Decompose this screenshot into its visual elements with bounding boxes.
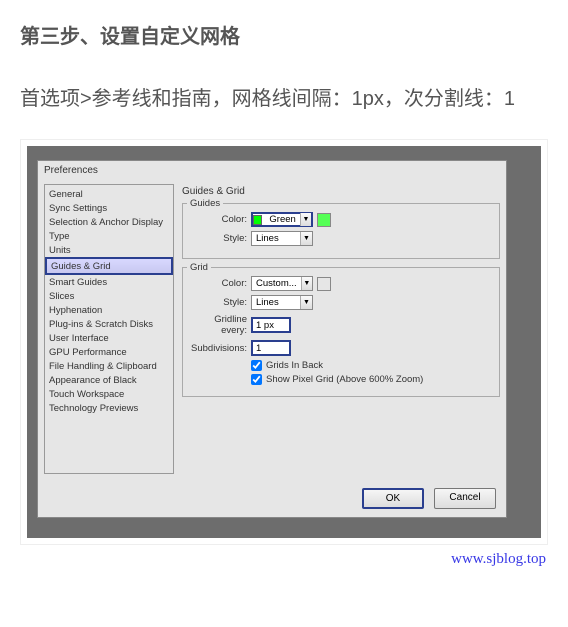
sidebar-item-file-handling-clipboard[interactable]: File Handling & Clipboard [45,359,173,373]
grid-color-dropdown[interactable]: Custom... ▼ [251,276,313,291]
sidebar-item-user-interface[interactable]: User Interface [45,331,173,345]
show-pixel-grid-label: Show Pixel Grid (Above 600% Zoom) [266,374,423,385]
sidebar-item-type[interactable]: Type [45,229,173,243]
guides-legend: Guides [187,198,223,209]
sidebar-item-touch-workspace[interactable]: Touch Workspace [45,387,173,401]
sidebar-item-selection-anchor-display[interactable]: Selection & Anchor Display [45,215,173,229]
step-description: 首选项>参考线和指南，网格线间隔：1px，次分割线：1 [20,77,548,121]
sidebar-item-sync-settings[interactable]: Sync Settings [45,201,173,215]
cancel-button[interactable]: Cancel [434,488,496,509]
preferences-sidebar: GeneralSync SettingsSelection & Anchor D… [44,184,174,474]
checkbox-icon[interactable] [251,360,262,371]
ok-button[interactable]: OK [362,488,424,509]
screenshot-frame: Preferences GeneralSync SettingsSelectio… [20,139,548,545]
dialog-title: Preferences [38,161,506,180]
gridline-every-input[interactable] [251,317,291,333]
grid-color-label: Color: [189,278,251,289]
subdivisions-label: Subdivisions: [189,343,251,354]
grid-style-label: Style: [189,297,251,308]
panel-heading: Guides & Grid [182,184,500,203]
grid-style-dropdown[interactable]: Lines ▼ [251,295,313,310]
guides-color-value: Green [265,214,299,225]
sidebar-item-technology-previews[interactable]: Technology Previews [45,401,173,415]
chevron-down-icon: ▼ [301,277,312,290]
screenshot-bg: Preferences GeneralSync SettingsSelectio… [27,146,541,538]
dialog-button-bar: OK Cancel [38,480,506,517]
step-title: 第三步、设置自定义网格 [20,20,548,49]
guides-style-label: Style: [189,233,251,244]
grid-color-value: Custom... [252,278,301,289]
sidebar-item-slices[interactable]: Slices [45,289,173,303]
chevron-down-icon: ▼ [300,232,312,245]
sidebar-item-guides-grid[interactable]: Guides & Grid [45,257,173,275]
sidebar-item-hyphenation[interactable]: Hyphenation [45,303,173,317]
preferences-dialog: Preferences GeneralSync SettingsSelectio… [37,160,507,518]
sidebar-item-plug-ins-scratch-disks[interactable]: Plug-ins & Scratch Disks [45,317,173,331]
grid-legend: Grid [187,262,211,273]
guides-color-swatch-button[interactable] [317,213,331,227]
show-pixel-grid-checkbox[interactable]: Show Pixel Grid (Above 600% Zoom) [251,374,493,385]
guides-color-dropdown[interactable]: Green ▼ [251,212,313,227]
chevron-down-icon: ▼ [300,213,311,226]
grid-fieldset: Grid Color: Custom... ▼ Style: [182,267,500,397]
sidebar-item-units[interactable]: Units [45,243,173,257]
swatch-icon [253,215,262,225]
guides-style-value: Lines [252,233,300,244]
sidebar-item-gpu-performance[interactable]: GPU Performance [45,345,173,359]
grids-in-back-checkbox[interactable]: Grids In Back [251,360,493,371]
grid-style-value: Lines [252,297,300,308]
guides-fieldset: Guides Color: Green ▼ Style: [182,203,500,259]
watermark: www.sjblog.top [0,545,568,578]
subdivisions-input[interactable] [251,340,291,356]
preferences-panel: Guides & Grid Guides Color: Green ▼ [174,184,500,474]
sidebar-item-smart-guides[interactable]: Smart Guides [45,275,173,289]
guides-style-dropdown[interactable]: Lines ▼ [251,231,313,246]
gridline-every-label: Gridline every: [189,314,251,336]
checkbox-icon[interactable] [251,374,262,385]
sidebar-item-general[interactable]: General [45,187,173,201]
chevron-down-icon: ▼ [300,296,312,309]
guides-color-label: Color: [189,214,251,225]
grid-color-swatch-button[interactable] [317,277,331,291]
sidebar-item-appearance-of-black[interactable]: Appearance of Black [45,373,173,387]
grids-in-back-label: Grids In Back [266,360,323,371]
